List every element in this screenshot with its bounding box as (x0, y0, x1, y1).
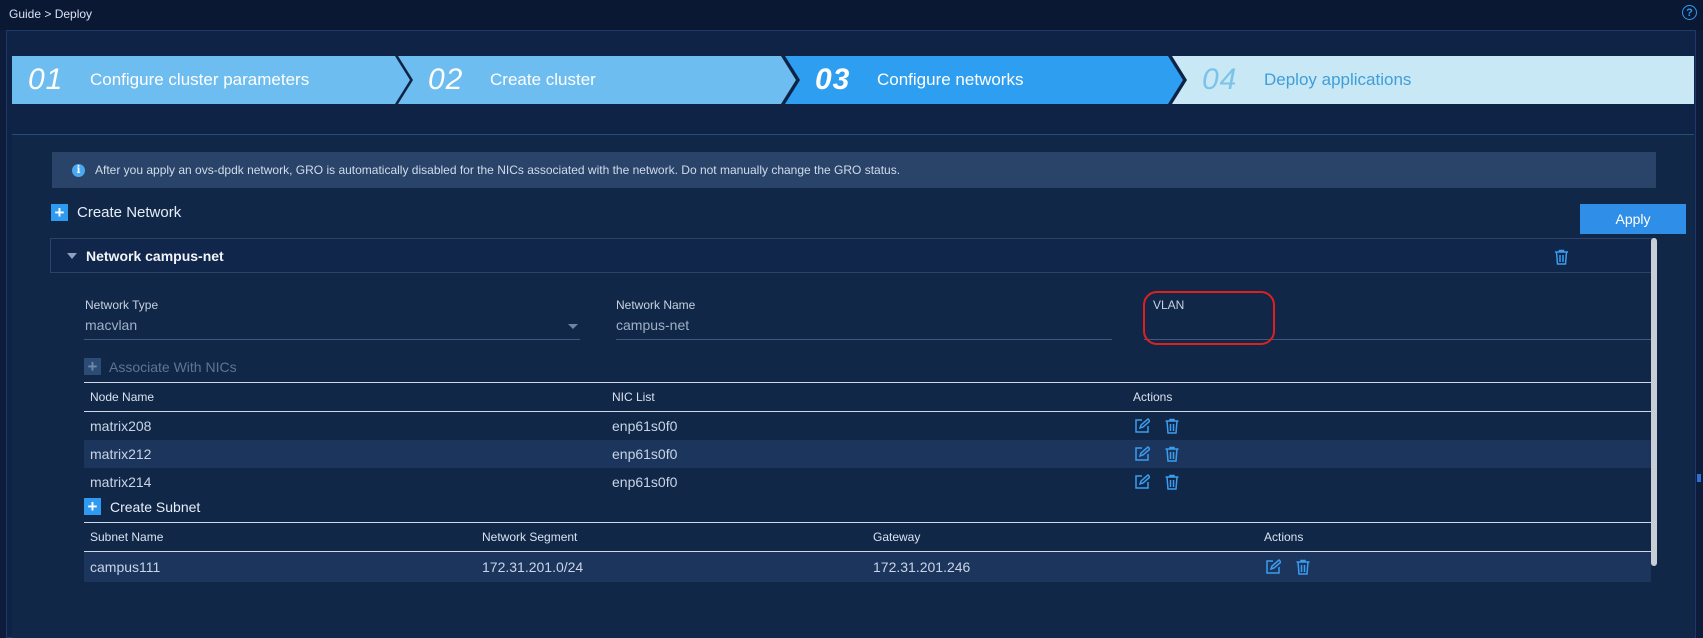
caret-down-icon[interactable] (67, 253, 77, 259)
apply-button[interactable]: Apply (1580, 204, 1686, 234)
table-row: matrix214 enp61s0f0 (84, 468, 1651, 496)
step-3[interactable]: 03 Configure networks (785, 56, 1183, 104)
step-2-number: 02 (428, 63, 464, 96)
column-network-segment: Network Segment (482, 530, 578, 544)
create-network-label: Create Network (77, 204, 182, 221)
row-actions (1134, 418, 1180, 434)
step-3-label: Configure networks (877, 70, 1024, 89)
network-name-underline (616, 339, 1112, 340)
step-1[interactable]: 01 Configure cluster parameters (12, 56, 410, 104)
top-bar: Guide > Deploy ? (0, 0, 1703, 30)
step-3-number: 03 (815, 63, 851, 96)
edge-indicator (1697, 474, 1701, 482)
create-network-button[interactable]: + Create Network (51, 204, 181, 221)
column-actions: Actions (1264, 530, 1304, 544)
create-subnet-button[interactable]: + Create Subnet (84, 498, 200, 515)
info-icon: i (72, 163, 85, 177)
trash-icon[interactable] (1295, 559, 1311, 575)
associate-nics-button[interactable]: + Associate With NICs (84, 358, 237, 375)
network-title: Network campus-net (86, 248, 224, 264)
info-notice: i After you apply an ovs-dpdk network, G… (52, 152, 1656, 188)
associate-nics-label: Associate With NICs (109, 358, 237, 375)
column-subnet-name: Subnet Name (90, 530, 164, 544)
chevron-down-icon[interactable] (568, 324, 578, 329)
step-1-label: Configure cluster parameters (90, 70, 310, 89)
nic-table-header: Node Name NIC List Actions (84, 382, 1651, 412)
create-subnet-label: Create Subnet (110, 498, 201, 515)
nic-cell: enp61s0f0 (612, 446, 678, 462)
vlan-annotation-circle (1143, 291, 1275, 345)
plus-icon: + (51, 204, 68, 221)
row-actions (1265, 559, 1311, 575)
step-2-label: Create cluster (490, 70, 596, 89)
node-name-cell: matrix214 (90, 474, 152, 490)
row-actions (1134, 446, 1180, 462)
question-circle-icon[interactable]: ? (1682, 5, 1697, 20)
subnet-name-cell: campus111 (90, 559, 161, 575)
row-actions (1134, 474, 1180, 490)
step-1-number: 01 (28, 63, 64, 96)
step-4[interactable]: 04 Deploy applications (1172, 56, 1694, 104)
wizard-steps: 01 Configure cluster parameters 02 Creat… (12, 56, 1694, 104)
network-header[interactable]: Network campus-net (50, 238, 1656, 273)
trash-icon[interactable] (1164, 418, 1180, 434)
network-type-label: Network Type (85, 298, 159, 312)
trash-icon (1555, 249, 1568, 265)
plus-icon: + (84, 498, 101, 515)
column-node-name: Node Name (90, 390, 155, 404)
trash-icon[interactable] (1164, 446, 1180, 462)
network-name-label: Network Name (616, 298, 696, 312)
step-4-number: 04 (1202, 63, 1238, 96)
trash-icon[interactable] (1164, 474, 1180, 490)
table-row: matrix212 enp61s0f0 (84, 440, 1651, 468)
edit-icon[interactable] (1134, 474, 1150, 490)
gateway-cell: 172.31.201.246 (873, 559, 971, 575)
nic-table: Node Name NIC List Actions matrix208 enp… (84, 382, 1651, 496)
subnet-table: Subnet Name Network Segment Gateway Acti… (84, 522, 1651, 582)
column-actions: Actions (1133, 390, 1173, 404)
column-gateway: Gateway (873, 530, 921, 544)
column-nic-list: NIC List (612, 390, 655, 404)
edit-icon[interactable] (1134, 446, 1150, 462)
plus-icon: + (84, 358, 101, 375)
step-4-label: Deploy applications (1264, 70, 1412, 89)
subnet-table-header: Subnet Name Network Segment Gateway Acti… (84, 522, 1651, 552)
node-name-cell: matrix208 (90, 418, 152, 434)
edit-icon[interactable] (1265, 559, 1281, 575)
node-name-cell: matrix212 (90, 446, 152, 462)
step-2[interactable]: 02 Create cluster (398, 56, 796, 104)
edit-icon[interactable] (1134, 418, 1150, 434)
scrollbar[interactable] (1651, 238, 1657, 566)
network-type-underline (84, 339, 580, 340)
table-row: campus111 172.31.201.0/24 172.31.201.246 (84, 552, 1651, 582)
nic-cell: enp61s0f0 (612, 474, 678, 490)
table-row: matrix208 enp61s0f0 (84, 412, 1651, 440)
network-type-select[interactable]: macvlan (85, 317, 137, 333)
delete-network-button[interactable] (1554, 249, 1569, 270)
breadcrumb: Guide > Deploy (9, 7, 93, 21)
network-name-input[interactable]: campus-net (616, 317, 689, 333)
notice-text: After you apply an ovs-dpdk network, GRO… (95, 163, 901, 177)
segment-cell: 172.31.201.0/24 (482, 559, 584, 575)
nic-cell: enp61s0f0 (612, 418, 678, 434)
